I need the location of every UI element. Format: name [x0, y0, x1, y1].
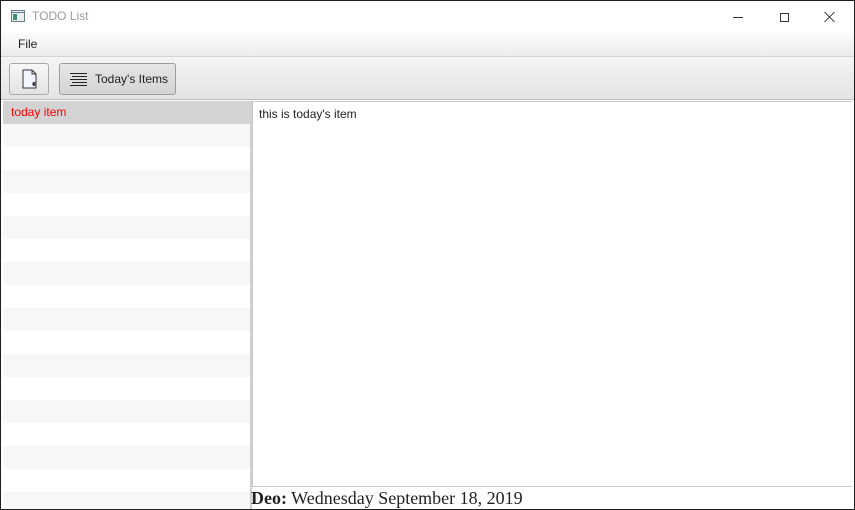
todays-items-button[interactable]: Today's Items [59, 63, 176, 95]
list-empty-row [3, 170, 250, 193]
list-empty-row [3, 216, 250, 239]
list-item[interactable]: today item [3, 101, 250, 124]
menu-bar: File [1, 33, 854, 57]
list-empty-row [3, 377, 250, 400]
list-empty-row [3, 285, 250, 308]
new-document-icon [22, 69, 37, 89]
list-empty-row [3, 262, 250, 285]
item-details-textarea[interactable]: this is today's item [252, 101, 852, 487]
list-empty-row [3, 354, 250, 377]
maximize-button[interactable] [761, 1, 807, 33]
list-empty-row [3, 147, 250, 170]
toolbar: Today's Items [1, 57, 854, 100]
close-button[interactable] [807, 1, 853, 33]
due-date: Deo: Wednesday September 18, 2019 [251, 487, 851, 509]
list-empty-row [3, 239, 250, 262]
minimize-icon [733, 16, 743, 18]
list-empty-row [3, 400, 250, 423]
window-title: TODO List [32, 9, 89, 23]
list-empty-row [3, 423, 250, 446]
list-empty-row [3, 492, 250, 509]
minimize-button[interactable] [715, 1, 761, 33]
menu-file[interactable]: File [10, 36, 45, 52]
item-details-text: this is today's item [259, 107, 357, 121]
list-empty-row [3, 446, 250, 469]
app-window: TODO List File Today's Items today item … [0, 0, 855, 510]
list-empty-row [3, 331, 250, 354]
list-empty-row [3, 308, 250, 331]
maximize-icon [779, 12, 789, 22]
due-label: Deo: [251, 488, 287, 508]
list-empty-row [3, 193, 250, 216]
list-empty-row [3, 124, 250, 147]
app-icon [11, 10, 25, 22]
list-empty-row [3, 469, 250, 492]
lines-icon [70, 73, 87, 86]
todays-items-label: Today's Items [95, 72, 168, 86]
todo-list[interactable]: today item [3, 101, 250, 509]
due-date-value: Wednesday September 18, 2019 [291, 488, 523, 508]
new-item-button[interactable] [9, 63, 49, 95]
title-bar: TODO List [1, 1, 854, 33]
close-icon [824, 11, 836, 23]
